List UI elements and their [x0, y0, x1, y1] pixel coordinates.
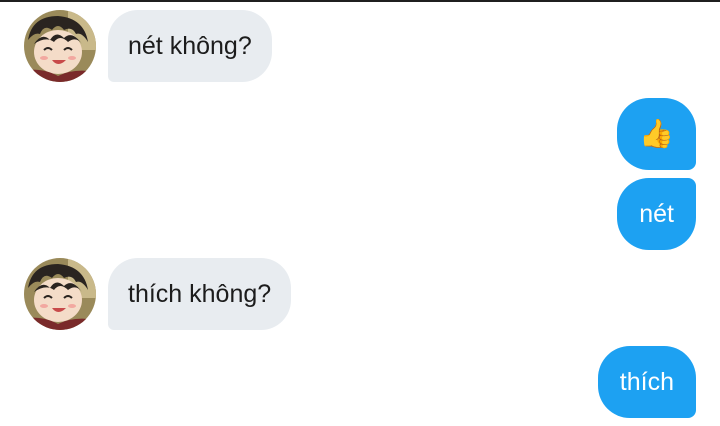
outgoing-message-bubble[interactable]: thích: [597, 346, 696, 418]
outgoing-message-bubble[interactable]: nét: [617, 178, 696, 250]
message-text: thích không?: [128, 279, 272, 308]
incoming-message-bubble[interactable]: thích không?: [108, 258, 292, 330]
avatar-image: [24, 258, 96, 330]
message-text: thích: [619, 367, 674, 396]
sender-avatar[interactable]: [24, 258, 96, 330]
message-text: nét: [639, 199, 674, 228]
incoming-message-bubble[interactable]: nét không?: [108, 10, 272, 82]
message-text: nét không?: [128, 31, 252, 60]
top-divider: [0, 0, 720, 2]
outgoing-message-bubble[interactable]: 👍: [617, 98, 696, 170]
sender-avatar[interactable]: [24, 10, 96, 82]
avatar-image: [24, 10, 96, 82]
thumbs-up-icon: 👍: [639, 118, 674, 149]
